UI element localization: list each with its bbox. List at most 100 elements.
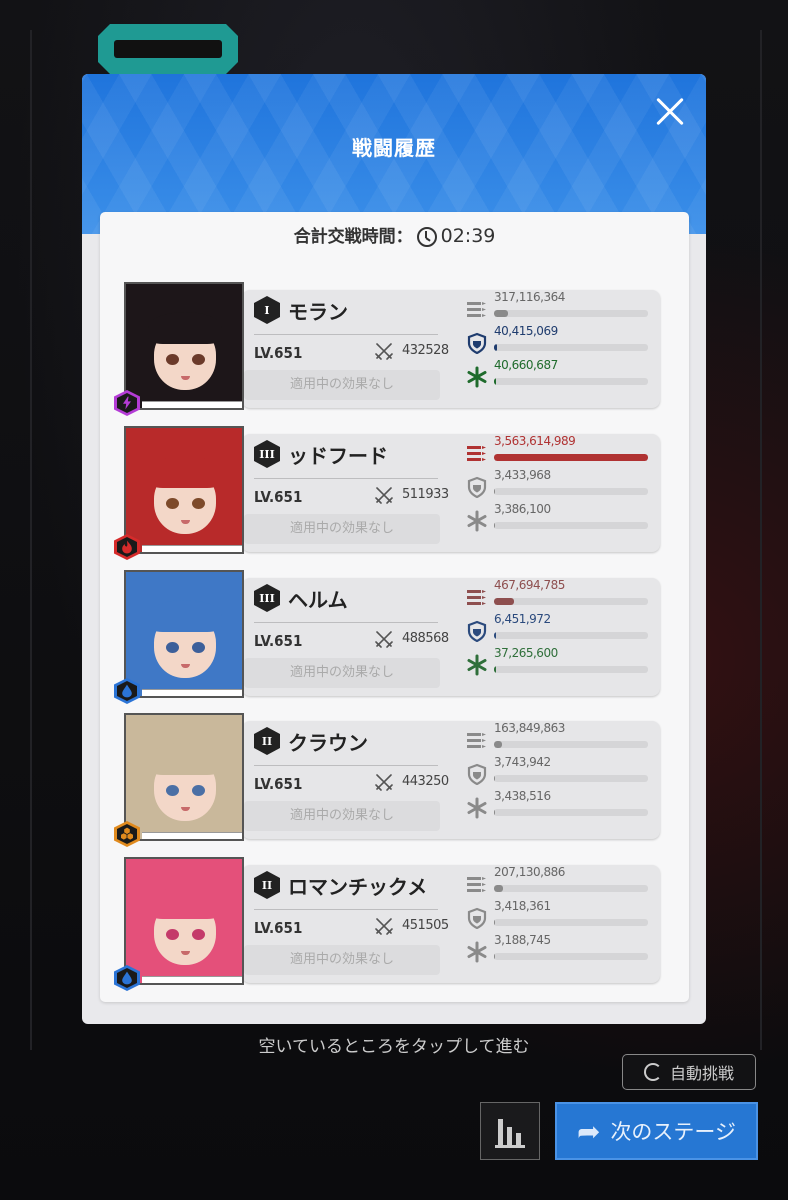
clock-icon [416,227,437,247]
crossed-swords-icon [374,485,394,505]
stat-damage-bar [494,741,648,748]
character-level: LV.651 [254,488,303,506]
stat-heal: 37,265,600 [466,646,656,680]
stat-damage-value: 163,849,863 [494,721,565,735]
stat-heal: 3,386,100 [466,502,656,536]
stat-shield-bar [494,632,648,639]
divider [254,909,438,910]
stat-damage: 207,130,886 [466,865,656,899]
auto-challenge-label: 自動挑戦 [669,1064,734,1083]
dialog-title: 戦闘履歴 [352,136,436,160]
character-portrait [124,426,244,554]
character-row[interactable]: I モラン LV.651 432528 適用中の効果なし 317,116,364 40,41… [114,282,662,416]
character-name: ヘルム [288,588,348,612]
stat-heal-value: 3,386,100 [494,502,551,516]
stat-shield-bar [494,775,648,782]
heal-icon [466,654,488,676]
total-time-label: 合計交戦時間： [293,227,413,247]
character-row[interactable]: II ロマンチックメ LV.651 451505 適用中の効果なし 207,130,886… [114,857,662,991]
character-name: ッドフード [288,444,388,468]
element-iron-icon [114,821,140,847]
close-icon[interactable] [650,92,690,132]
stat-shield-value: 40,415,069 [494,324,558,338]
stat-damage-bar [494,885,648,892]
character-portrait [124,713,244,841]
shield-icon [466,476,488,499]
element-water-icon [114,965,140,991]
stat-heal-bar [494,953,648,960]
stat-shield-value: 3,433,968 [494,468,551,482]
stat-damage: 163,849,863 [466,721,656,755]
stat-heal-value: 40,660,687 [494,358,558,372]
divider [254,765,438,766]
character-row[interactable]: III ヘルム LV.651 488568 適用中の効果なし 467,694,785 6,4… [114,570,662,704]
share-arrow-icon: ➦ [576,1114,601,1148]
stat-heal-bar [494,522,648,529]
stat-heal-bar [494,378,648,385]
character-row[interactable]: III ッドフード LV.651 511933 適用中の効果なし 3,563,614,98… [114,426,662,560]
shield-icon [466,763,488,786]
active-effects-status: 適用中の効果なし [244,370,440,400]
stat-shield-value: 3,743,942 [494,755,551,769]
character-name: モラン [288,300,348,324]
heal-icon [466,366,488,388]
crossed-swords-icon [374,341,394,361]
stat-damage: 317,116,364 [466,290,656,324]
stat-shield: 40,415,069 [466,324,656,358]
stat-heal-value: 3,438,516 [494,789,551,803]
combat-power: 511933 [374,484,449,506]
bullets-icon [466,442,488,464]
character-level: LV.651 [254,775,303,793]
stat-heal-bar [494,809,648,816]
statistics-button[interactable] [480,1102,540,1160]
stat-damage-value: 3,563,614,989 [494,434,576,448]
element-electric-icon [114,390,140,416]
refresh-icon [643,1063,662,1081]
next-stage-button[interactable]: ➦ 次のステージ [555,1102,758,1160]
shield-icon [466,620,488,643]
combat-power-value: 451505 [402,918,449,933]
element-water-icon [114,678,140,704]
stat-damage-bar [494,310,648,317]
character-row[interactable]: II クラウン LV.651 443250 適用中の効果なし 163,849,863 3,7… [114,713,662,847]
stat-heal: 3,188,745 [466,933,656,967]
stat-damage-value: 207,130,886 [494,865,565,879]
frame-line-right [760,30,762,1050]
bullets-icon [466,586,488,608]
active-effects-status: 適用中の効果なし [244,945,440,975]
stat-damage-bar [494,598,648,605]
heal-icon [466,797,488,819]
auto-challenge-button[interactable]: 自動挑戦 [622,1054,756,1090]
frame-line-left [30,30,32,1050]
stat-shield-bar [494,919,648,926]
heal-icon [466,510,488,532]
stat-heal: 3,438,516 [466,789,656,823]
stat-heal-bar [494,666,648,673]
stat-damage-value: 317,116,364 [494,290,565,304]
stat-shield-bar [494,488,648,495]
combat-power: 432528 [374,340,449,362]
character-level: LV.651 [254,344,303,362]
top-tab-slot [114,40,222,58]
combat-power-value: 488568 [402,631,449,646]
stat-shield: 3,418,361 [466,899,656,933]
stat-damage-value: 467,694,785 [494,578,565,592]
active-effects-status: 適用中の効果なし [244,801,440,831]
bullets-icon [466,298,488,320]
element-fire-icon [114,534,140,560]
stat-shield-bar [494,344,648,351]
total-time-value: 02:39 [440,225,496,247]
next-stage-label: 次のステージ [610,1120,737,1144]
stat-heal-value: 3,188,745 [494,933,551,947]
stat-shield: 6,451,972 [466,612,656,646]
character-portrait [124,857,244,985]
character-level: LV.651 [254,632,303,650]
combat-power-value: 443250 [402,774,449,789]
character-level: LV.651 [254,919,303,937]
combat-power: 488568 [374,628,449,650]
combat-power: 451505 [374,915,449,937]
crossed-swords-icon [374,916,394,936]
total-battle-time: 合計交戦時間： 02:39 [100,222,689,247]
shield-icon [466,907,488,930]
active-effects-status: 適用中の効果なし [244,514,440,544]
